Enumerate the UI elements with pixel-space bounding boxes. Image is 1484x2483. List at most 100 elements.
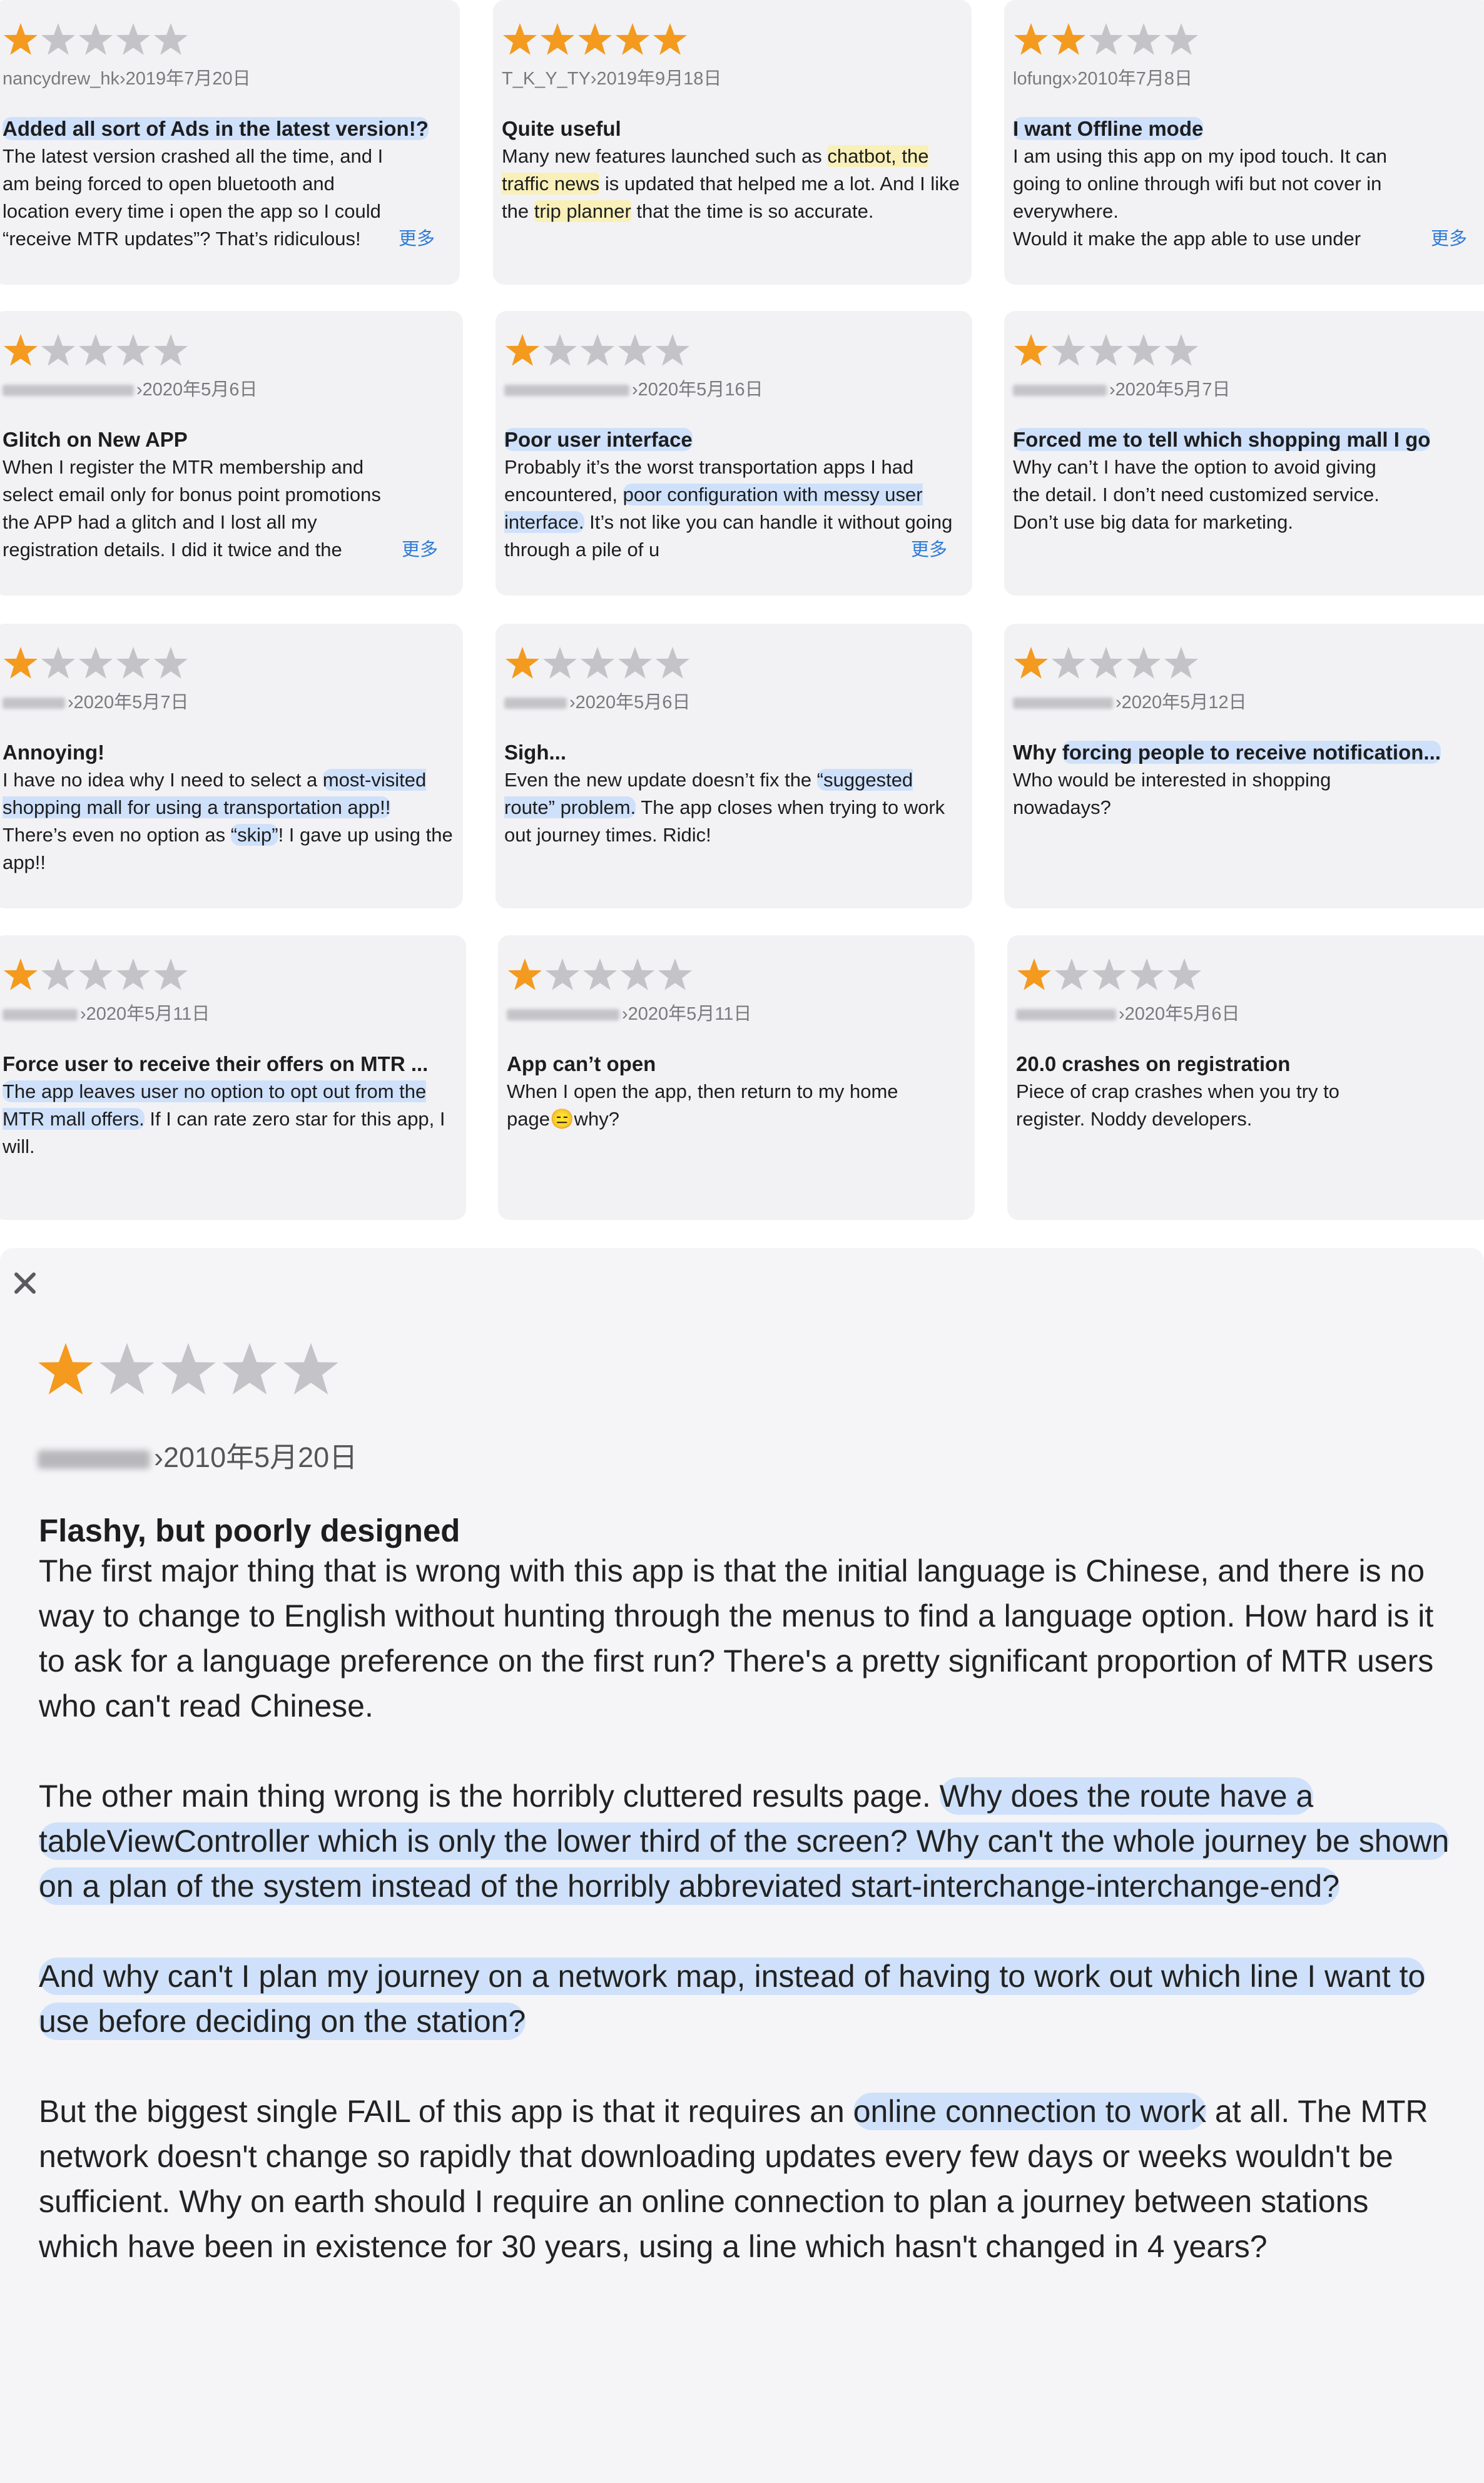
star-empty-icon <box>1163 332 1199 368</box>
blurred-author <box>1016 1009 1116 1021</box>
review-title: Flashy, but poorly designed <box>39 1513 460 1548</box>
star-empty-icon <box>78 332 114 368</box>
review-card[interactable]: ›2020年5月6日 20.0 crashes on registration … <box>1007 935 1484 1220</box>
review-title: Glitch on New APP <box>3 428 188 451</box>
review-card[interactable]: ›2020年5月12日 Why forcing people to receiv… <box>1004 624 1484 908</box>
blurred-author <box>3 698 65 709</box>
review-meta: ›2020年5月7日 <box>3 690 454 715</box>
review-card[interactable]: ›2020年5月11日 App can’t open When I open t… <box>498 935 975 1220</box>
rating-stars <box>36 1343 340 1395</box>
rating-stars <box>507 957 966 993</box>
rating-stars <box>1013 332 1483 368</box>
star-filled-icon <box>502 21 538 58</box>
review-body: The latest version crashed all the time,… <box>3 143 451 253</box>
star-empty-icon <box>582 957 618 993</box>
star-empty-icon <box>115 957 151 993</box>
more-link[interactable]: 更多 <box>880 536 947 564</box>
review-detail-panel: ›2010年5月20日 Flashy, but poorly designed … <box>0 1248 1484 2483</box>
review-card[interactable]: ›2020年5月16日 Poor user interface Probably… <box>496 311 972 596</box>
review-title: Why forcing people to receive notificati… <box>1013 741 1441 764</box>
blurred-author <box>507 1009 619 1021</box>
blurred-author <box>504 385 629 397</box>
star-empty-icon <box>1091 957 1127 993</box>
review-meta: ›2020年5月12日 <box>1013 690 1483 715</box>
star-empty-icon <box>115 645 151 681</box>
review-card[interactable]: T_K_Y_TY›2019年9月18日 Quite useful Many ne… <box>493 0 972 285</box>
rating-stars <box>3 957 457 993</box>
star-empty-icon <box>1126 645 1162 681</box>
more-link[interactable]: 更多 <box>1400 225 1467 253</box>
star-empty-icon <box>579 332 616 368</box>
review-body: I am using this app on my ipod touch. It… <box>1013 143 1483 253</box>
star-empty-icon <box>617 645 653 681</box>
star-empty-icon <box>1050 645 1087 681</box>
star-empty-icon <box>1126 21 1162 58</box>
star-empty-icon <box>220 1340 279 1399</box>
review-meta: ›2020年5月16日 <box>504 377 963 402</box>
review-card[interactable]: ›2020年5月7日 Forced me to tell which shopp… <box>1004 311 1484 596</box>
blurred-author <box>504 698 567 709</box>
more-link[interactable]: 更多 <box>371 536 438 564</box>
star-empty-icon <box>657 957 693 993</box>
review-title: I want Offline mode <box>1013 117 1204 140</box>
star-empty-icon <box>282 1340 340 1399</box>
star-empty-icon <box>40 957 76 993</box>
paragraph: But the biggest single FAIL of this app … <box>39 2093 1428 2264</box>
blurred-author <box>1013 385 1107 397</box>
star-filled-icon <box>614 21 651 58</box>
star-empty-icon <box>78 957 114 993</box>
blurred-author <box>3 385 134 397</box>
star-empty-icon <box>153 957 189 993</box>
paragraph: And why can't I plan my journey on a net… <box>39 1957 1426 2040</box>
review-body: Even the new update doesn’t fix the “sug… <box>504 769 945 846</box>
review-card[interactable]: ›2020年5月11日 Force user to receive their … <box>0 935 466 1220</box>
star-filled-icon <box>3 645 39 681</box>
review-body: Piece of crap crashes when you try to reg… <box>1016 1080 1339 1130</box>
review-title: Poor user interface <box>504 428 693 451</box>
star-empty-icon <box>579 645 616 681</box>
review-meta: ›2020年5月6日 <box>1016 1002 1483 1027</box>
review-title: Quite useful <box>502 117 621 140</box>
star-empty-icon <box>115 21 151 58</box>
star-empty-icon <box>159 1340 218 1399</box>
star-empty-icon <box>40 21 76 58</box>
star-empty-icon <box>1129 957 1165 993</box>
star-filled-icon <box>539 21 576 58</box>
star-empty-icon <box>1088 21 1124 58</box>
star-filled-icon <box>36 1340 95 1399</box>
star-empty-icon <box>542 332 578 368</box>
review-meta: T_K_Y_TY›2019年9月18日 <box>502 69 722 89</box>
star-empty-icon <box>1088 332 1124 368</box>
rating-stars <box>1013 645 1483 681</box>
review-title: Forced me to tell which shopping mall I … <box>1013 428 1431 451</box>
review-body: I have no idea why I need to select a mo… <box>3 769 453 873</box>
review-body: When I register the MTR membership and se… <box>3 454 454 564</box>
review-card[interactable]: nancydrew_hk›2019年7月20日 Added all sort o… <box>0 0 460 285</box>
review-meta: lofungx›2010年7月8日 <box>1013 69 1192 89</box>
rating-stars <box>1013 21 1483 58</box>
rating-stars <box>3 332 454 368</box>
more-link[interactable]: 更多 <box>368 225 435 253</box>
rating-stars <box>504 332 963 368</box>
star-empty-icon <box>1126 332 1162 368</box>
star-empty-icon <box>78 645 114 681</box>
review-meta: nancydrew_hk›2019年7月20日 <box>3 69 251 89</box>
review-card[interactable]: ›2020年5月6日 Sigh... Even the new update d… <box>496 624 972 908</box>
review-card[interactable]: lofungx›2010年7月8日 I want Offline mode I … <box>1004 0 1484 285</box>
star-empty-icon <box>1054 957 1090 993</box>
star-empty-icon <box>40 332 76 368</box>
star-empty-icon <box>78 21 114 58</box>
star-empty-icon <box>654 645 691 681</box>
close-icon[interactable] <box>11 1269 39 1297</box>
star-empty-icon <box>654 332 691 368</box>
review-card[interactable]: ›2020年5月6日 Glitch on New APP When I regi… <box>0 311 463 596</box>
review-body: Who would be interested in shopping nowad… <box>1013 769 1331 818</box>
star-empty-icon <box>1163 645 1199 681</box>
rating-stars <box>3 645 454 681</box>
review-card[interactable]: ›2020年5月7日 Annoying! I have no idea why … <box>0 624 463 908</box>
review-title: 20.0 crashes on registration <box>1016 1052 1291 1075</box>
star-filled-icon <box>577 21 613 58</box>
star-empty-icon <box>1163 21 1199 58</box>
star-filled-icon <box>504 332 541 368</box>
paragraph: The first major thing that is wrong with… <box>39 1553 1434 1724</box>
